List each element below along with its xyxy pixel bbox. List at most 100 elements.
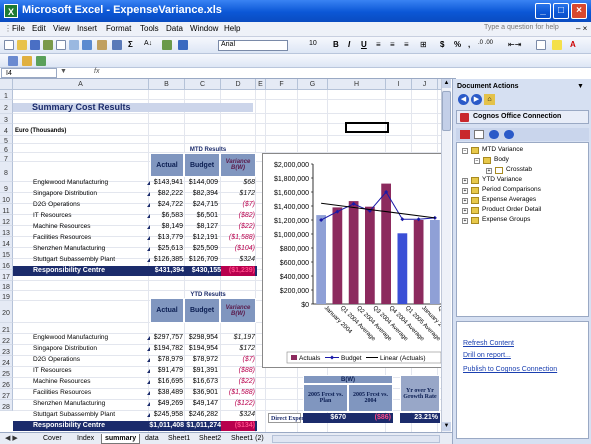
tab-sheet2[interactable]: Sheet2 [196,434,224,444]
print-icon[interactable] [56,40,66,50]
tab-sheet1-2[interactable]: Sheet1 (2) [228,434,267,444]
menu-view[interactable]: View [53,24,70,33]
home-icon[interactable]: ⌂ [484,94,495,105]
row-header-17[interactable]: 17 [0,270,13,281]
close-button[interactable]: × [571,3,587,19]
tree-expander-icon[interactable]: − [474,158,480,164]
row-header-3[interactable]: 3 [0,114,13,124]
row-header-5[interactable]: 5 [0,136,13,145]
column-header-b[interactable]: B [149,79,185,90]
save-icon[interactable] [30,40,40,50]
cognos-tab-document-icon[interactable] [474,130,484,139]
tab-sheet1[interactable]: Sheet1 [165,434,193,444]
borders-icon[interactable] [536,40,546,50]
tree-expander-icon[interactable]: + [462,208,468,214]
merge-center-icon[interactable]: ⊞ [420,40,427,49]
align-left-icon[interactable]: ≡ [376,40,381,49]
refresh-content-link[interactable]: Refresh Content [463,340,514,347]
underline-button[interactable]: U [361,40,367,49]
tree-item-label[interactable]: Expense Groups [482,216,530,223]
row-header-28[interactable]: 28 [0,400,13,411]
active-cell[interactable] [345,122,389,133]
cognos-tab-info-icon[interactable] [489,130,499,139]
menu-tools[interactable]: Tools [140,24,159,33]
function-icon[interactable]: fx [94,68,99,75]
row-header-15[interactable]: 15 [0,248,13,259]
align-right-icon[interactable]: ≡ [404,40,409,49]
row-header-14[interactable]: 14 [0,237,13,248]
reply-icon[interactable] [36,56,46,66]
undo-icon[interactable] [112,40,122,50]
row-header-6[interactable]: 6 [0,144,13,154]
reviewing-icon[interactable] [8,56,18,66]
select-all-corner[interactable] [0,79,13,90]
fill-color-icon[interactable] [552,40,562,50]
percent-button[interactable]: % [454,40,461,49]
drill-report-link[interactable]: Drill on report... [463,352,511,359]
tree-expander-icon[interactable]: + [462,178,468,184]
tab-index[interactable]: Index [74,434,97,444]
tree-expander-icon[interactable]: + [462,198,468,204]
row-header-4[interactable]: 4 [0,124,13,136]
font-select[interactable]: Arial [218,40,288,51]
row-header-13[interactable]: 13 [0,226,13,237]
row-header-12[interactable]: 12 [0,215,13,226]
row-header-23[interactable]: 23 [0,345,13,356]
tab-navigation[interactable]: ◀ ▶ [2,434,21,444]
row-header-10[interactable]: 10 [0,193,13,204]
menu-help[interactable]: Help [224,24,240,33]
open-icon[interactable] [17,40,27,50]
variance-chart[interactable]: $2,000,000 $1,800,000 $1,600,000 $1,400,000… [262,153,483,368]
scroll-thumb[interactable] [442,91,451,131]
font-color-icon[interactable]: A [570,40,576,49]
tree-item-label[interactable]: Period Comparisons [482,186,541,193]
cognos-tab-help-icon[interactable] [504,130,514,139]
new-icon[interactable] [4,40,14,50]
tree-item-label[interactable]: Expense Averages [482,196,536,203]
sort-icon[interactable]: A↓ [144,40,152,47]
tab-cover[interactable]: Cover [40,434,65,444]
row-header-8[interactable]: 8 [0,162,13,182]
vertical-scrollbar[interactable]: ▲ ▼ [441,79,451,432]
taskpane-menu-icon[interactable]: ▼ [577,83,584,90]
row-header-25[interactable]: 25 [0,367,13,378]
chart-wizard-icon[interactable] [162,40,172,50]
row-header-2[interactable]: 2 [0,100,13,114]
tree-expander-icon[interactable]: − [462,148,468,154]
align-center-icon[interactable]: ≡ [390,40,395,49]
spelling-icon[interactable] [82,40,92,50]
tree-expander-icon[interactable]: + [462,188,468,194]
tree-item-label[interactable]: MTD Variance [482,146,523,153]
maximize-button[interactable]: □ [553,3,569,19]
row-header-22[interactable]: 22 [0,334,13,345]
publish-link[interactable]: Publish to Cognos Connection [463,366,557,373]
row-header-16[interactable]: 16 [0,259,13,270]
menu-window[interactable]: Window [190,24,218,33]
column-header-f[interactable]: F [266,79,298,90]
comma-button[interactable]: , [468,40,470,49]
tree-expander-icon[interactable]: + [462,218,468,224]
tree-item-label[interactable]: Product Order Detail [482,206,541,213]
row-header-26[interactable]: 26 [0,378,13,389]
column-header-a[interactable]: A [13,79,149,90]
menu-file[interactable]: File [12,24,25,33]
row-header-18[interactable]: 18 [0,281,13,291]
row-header-11[interactable]: 11 [0,204,13,215]
font-size-select[interactable]: 10 [309,40,317,47]
preview-icon[interactable] [69,40,79,50]
minimize-button[interactable]: _ [535,3,551,19]
row-header-19[interactable]: 19 [0,291,13,301]
tree-item-label[interactable]: YTD Variance [482,176,522,183]
scroll-down-icon[interactable]: ▼ [442,422,451,431]
bold-button[interactable]: B [333,40,339,49]
currency-button[interactable]: $ [440,40,444,49]
row-header-9[interactable]: 9 [0,182,13,193]
row-header-20[interactable]: 20 [0,301,13,323]
permission-icon[interactable] [43,40,53,50]
scroll-up-icon[interactable]: ▲ [442,79,451,88]
row-header-21[interactable]: 21 [0,323,13,334]
indent-icon[interactable]: ⇤⇥ [508,40,521,49]
menu-edit[interactable]: Edit [32,24,46,33]
column-header-e[interactable]: E [256,79,266,90]
menu-format[interactable]: Format [106,24,131,33]
